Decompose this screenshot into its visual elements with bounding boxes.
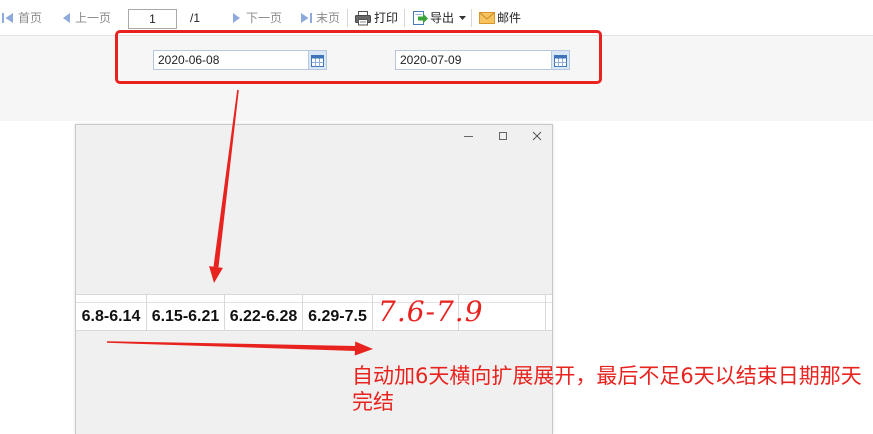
print-button[interactable]: 打印 — [355, 8, 398, 28]
handwritten-range-annotation: 7.6-7.9 — [378, 295, 484, 328]
printer-icon — [355, 10, 371, 26]
page-total: /1 — [190, 11, 201, 25]
week-range-table: 6.8-6.14 6.15-6.21 6.22-6.28 6.29-7.5 7.… — [76, 294, 552, 331]
first-page-icon — [2, 12, 14, 24]
maximize-button[interactable] — [495, 128, 511, 144]
first-page-button[interactable]: 首页 — [2, 8, 42, 28]
minimize-icon — [464, 131, 474, 141]
toolbar-separator — [347, 9, 348, 27]
export-icon — [412, 10, 428, 26]
table-column-divider — [545, 295, 546, 330]
table-column-divider — [372, 295, 373, 330]
close-icon — [532, 131, 542, 141]
table-cell: 6.8-6.14 — [81, 308, 141, 325]
annotation-line: 自动加6天横向扩展展开，最后不足6天以结束日期那天 — [352, 364, 862, 388]
mail-button[interactable]: 邮件 — [479, 8, 521, 28]
toolbar-separator — [404, 9, 405, 27]
prev-page-icon — [62, 12, 71, 24]
next-page-button[interactable]: 下一页 — [232, 8, 282, 28]
page-number-input[interactable] — [128, 9, 177, 29]
export-button[interactable]: 导出 — [412, 8, 467, 28]
toolbar-separator — [471, 9, 472, 27]
last-page-label: 末页 — [316, 11, 341, 25]
next-page-label: 下一页 — [246, 11, 283, 25]
first-page-label: 首页 — [18, 11, 43, 25]
last-page-icon — [300, 12, 312, 24]
mail-label: 邮件 — [497, 11, 522, 25]
prev-page-button[interactable]: 上一页 — [62, 8, 111, 28]
maximize-icon — [498, 131, 508, 141]
table-cell: 6.15-6.21 — [151, 308, 220, 325]
next-page-icon — [232, 12, 241, 24]
highlight-box — [115, 30, 602, 84]
table-cell: 6.29-7.5 — [308, 308, 367, 325]
mail-icon — [479, 11, 495, 25]
close-button[interactable] — [529, 128, 545, 144]
minimize-button[interactable] — [461, 128, 477, 144]
annotation-line: 完结 — [352, 390, 394, 414]
annotation-note: 自动加6天横向扩展展开，最后不足6天以结束日期那天 完结 — [352, 363, 862, 415]
table-cell: 6.22-6.28 — [229, 308, 298, 325]
prev-page-label: 上一页 — [75, 11, 112, 25]
last-page-button[interactable]: 末页 — [300, 8, 340, 28]
chevron-down-icon[interactable] — [459, 16, 467, 20]
print-label: 打印 — [374, 11, 399, 25]
export-label: 导出 — [430, 11, 455, 25]
